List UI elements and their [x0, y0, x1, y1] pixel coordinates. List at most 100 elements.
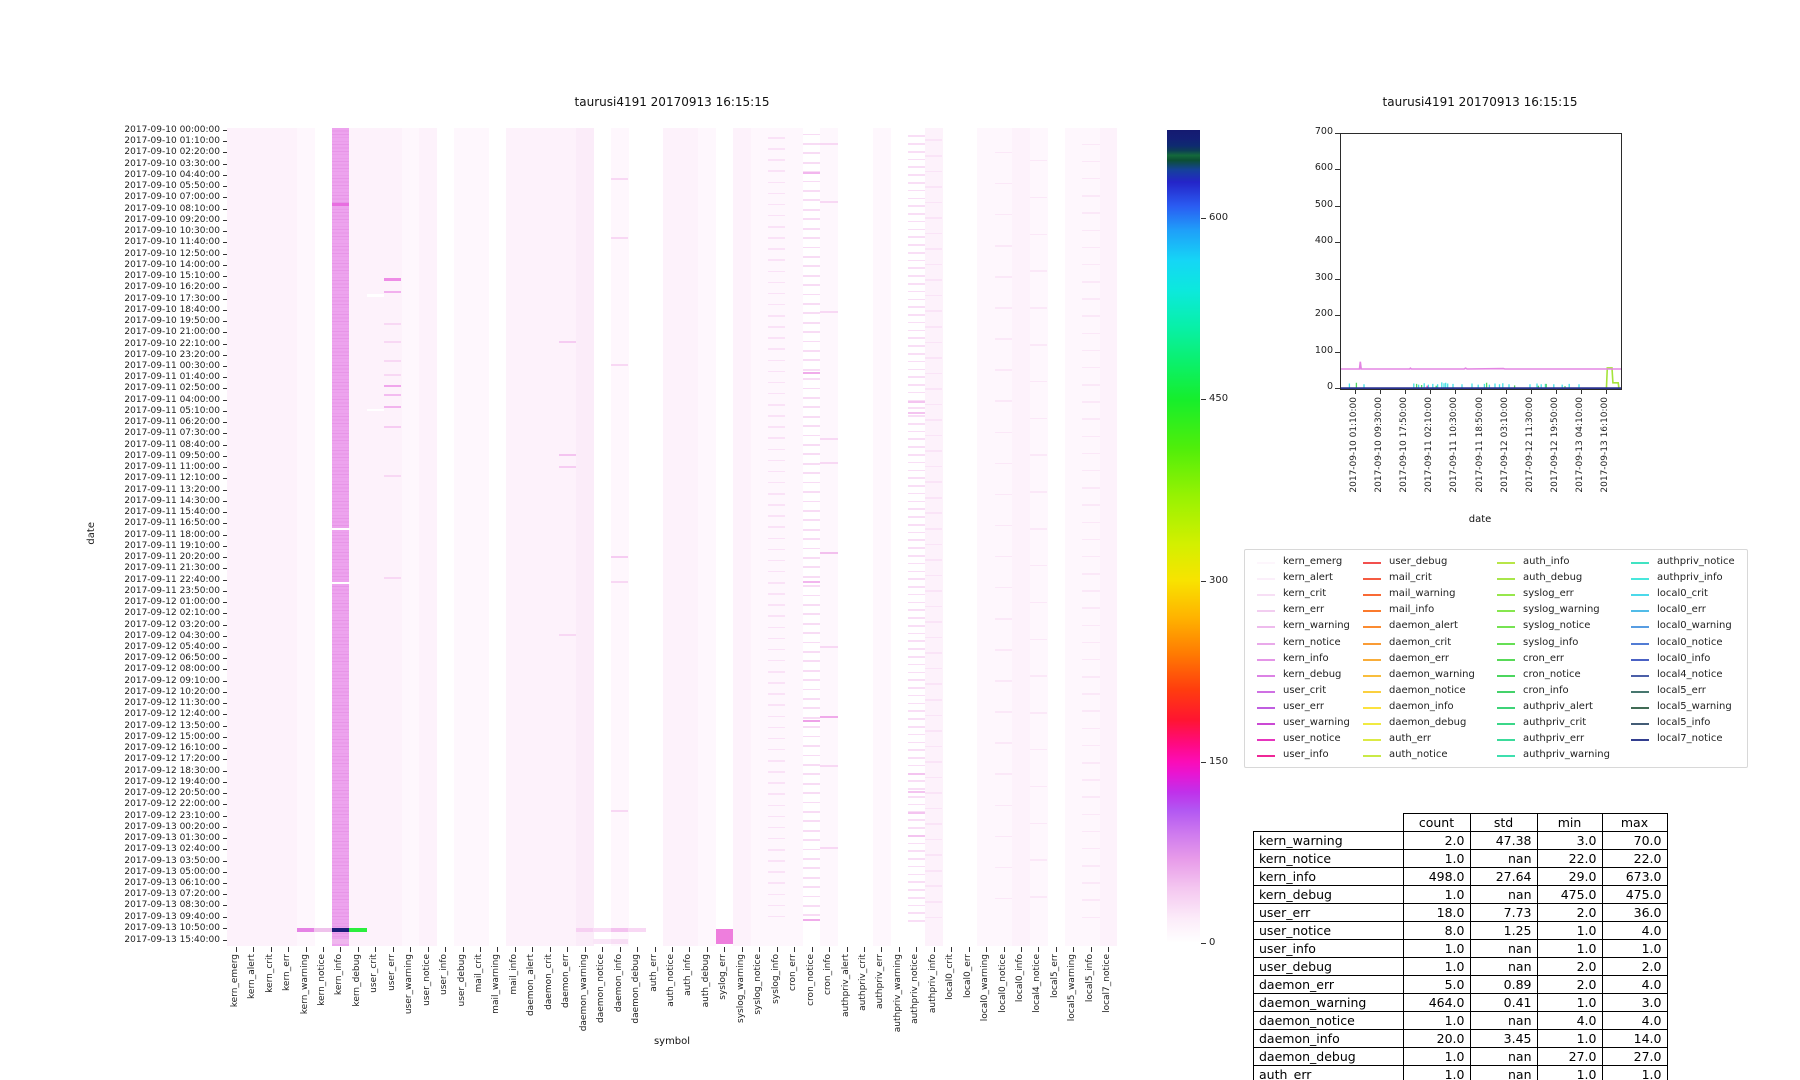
heatmap-cell-mark: [925, 139, 943, 142]
heatmap-cell-mark: [925, 605, 943, 608]
heatmap-cell-mark: [925, 776, 943, 779]
stats-row-label: daemon_info: [1253, 1028, 1404, 1048]
heatmap-x-tick: [235, 947, 237, 952]
heatmap-column-band-kern_debug: [349, 128, 367, 946]
legend-swatch-mail_crit: [1363, 578, 1381, 581]
heatmap-y-tick: [222, 736, 227, 738]
heatmap-y-tick-label: 2017-09-12 05:40:00: [124, 641, 220, 652]
heatmap-x-tick-label: daemon_alert: [526, 954, 537, 1017]
heatmap-column-band-kern_warning: [296, 128, 315, 946]
heatmap-cell-mark: [767, 915, 786, 918]
heatmap-cell-mark: [767, 559, 786, 562]
heatmap-cell-mark: [925, 528, 943, 530]
heatmap-cell-mark: [767, 726, 786, 729]
heatmap-cell-mark: [907, 640, 926, 643]
heatmap-cell-mark: [907, 586, 926, 588]
heatmap-y-tick: [222, 276, 227, 278]
heatmap-y-tick: [222, 579, 227, 581]
heatmap-cell-mark: [925, 854, 943, 856]
heatmap-cell-mark: [925, 403, 943, 406]
heatmap-cell-mark: [907, 835, 926, 838]
heatmap-y-tick: [222, 478, 227, 480]
heatmap-cell-mark: [994, 524, 1013, 527]
heatmap-cell-mark: [802, 378, 821, 381]
linechart-x-tick: [1405, 389, 1407, 394]
stats-value: 0.89: [1469, 974, 1538, 994]
heatmap-x-tick: [759, 947, 761, 952]
linechart-x-tick-label: 2017-09-12 19:50:00: [1549, 397, 1560, 493]
heatmap-y-tick: [222, 321, 227, 323]
linechart-y-tick: [1335, 351, 1340, 353]
heatmap-y-tick: [222, 669, 227, 671]
heatmap-x-tick-label: daemon_info: [613, 954, 624, 1013]
heatmap-cell-mark: [1029, 822, 1048, 825]
stats-row: kern_debug 1.0 nan 475.0 475.0: [1253, 884, 1668, 904]
heatmap-cell-mark: [907, 749, 926, 751]
heatmap-cell-mark: [802, 735, 821, 738]
heatmap-cell-mark: [907, 710, 926, 713]
heatmap-cell-mark: [802, 359, 821, 362]
heatmap-cell-mark: [907, 795, 926, 798]
heatmap-column-band-daemon_err: [558, 128, 577, 946]
stats-value: 2.0: [1601, 956, 1668, 976]
heatmap-x-tick-label: kern_err: [282, 954, 293, 991]
heatmap-y-tick-label: 2017-09-13 15:40:00: [124, 934, 220, 945]
linechart-x-axis-label: date: [1468, 514, 1492, 525]
heatmap-cell-mark: [1082, 590, 1100, 592]
legend-swatch-kern_crit: [1257, 594, 1275, 597]
heatmap-cell-mark: [802, 491, 821, 493]
heatmap-cell-mark: [802, 538, 821, 540]
legend-swatch-cron_err: [1497, 658, 1515, 661]
heatmap-cell-mark: [907, 492, 926, 495]
series-kern_info: [1341, 361, 1621, 370]
heatmap-y-tick: [222, 399, 227, 401]
heatmap-column-band-mail_info: [506, 128, 525, 946]
legend-label: local7_notice: [1657, 733, 1723, 745]
heatmap-cell-mark: [1082, 624, 1100, 627]
heatmap-x-tick: [1090, 947, 1092, 952]
heatmap-cell-mark: [767, 515, 786, 517]
heatmap-column-band-auth_info: [680, 128, 699, 946]
heatmap-cell-mark: [767, 214, 786, 217]
legend-label: user_debug: [1389, 556, 1448, 567]
heatmap-y-tick: [222, 309, 227, 311]
heatmap-cell-mark: [907, 244, 926, 246]
heatmap-cell-mark: [907, 865, 926, 868]
heatmap-x-tick-label: authpriv_crit: [857, 954, 868, 1011]
heatmap-cell-mark: [767, 548, 786, 551]
legend-label: kern_err: [1283, 604, 1325, 616]
colorbar-tick: [1201, 761, 1206, 763]
legend-swatch-local5_warning: [1631, 706, 1649, 709]
legend-label: kern_emerg: [1283, 556, 1343, 567]
heatmap-cell-mark: [907, 352, 926, 355]
heatmap-cell-mark: [925, 232, 943, 235]
heatmap-y-tick: [222, 793, 227, 795]
stats-value: 18.0: [1402, 902, 1471, 922]
heatmap-y-tick-label: 2017-09-10 02:20:00: [124, 147, 220, 158]
heatmap-cell-mark: [802, 133, 821, 136]
heatmap-cell-mark: [1082, 452, 1100, 455]
heatmap-cell-mark: [767, 226, 786, 228]
legend-swatch-auth_info: [1497, 562, 1515, 564]
stats-row: kern_warning 2.0 47.38 3.0 70.0: [1253, 830, 1668, 850]
linechart-x-tick: [1530, 389, 1532, 394]
heatmap-y-tick-label: 2017-09-11 12:10:00: [124, 473, 220, 484]
heatmap-y-tick: [222, 927, 227, 929]
heatmap-cell-mark: [802, 509, 821, 512]
stats-value: nan: [1469, 938, 1538, 958]
legend-swatch-user_info: [1257, 755, 1275, 758]
stats-value: 5.0: [1402, 974, 1471, 994]
stats-value: 2.0: [1402, 830, 1471, 850]
colorbar-tick-label: 300: [1209, 574, 1229, 586]
stats-value: 1.0: [1536, 992, 1603, 1012]
heatmap-cell-mark: [1082, 779, 1100, 781]
heatmap-y-tick-label: 2017-09-10 19:50:00: [124, 316, 220, 327]
heatmap-cell-mark: [925, 636, 943, 639]
heatmap-y-tick-label: 2017-09-12 22:00:00: [124, 799, 220, 810]
legend-swatch-daemon_err: [1363, 658, 1381, 661]
legend-swatch-user_err: [1257, 706, 1275, 709]
heatmap-cell-mark: [907, 485, 926, 487]
heatmap-y-tick-label: 2017-09-10 15:10:00: [124, 271, 220, 282]
linechart-y-tick: [1335, 169, 1340, 171]
heatmap-x-tick: [1055, 947, 1057, 952]
